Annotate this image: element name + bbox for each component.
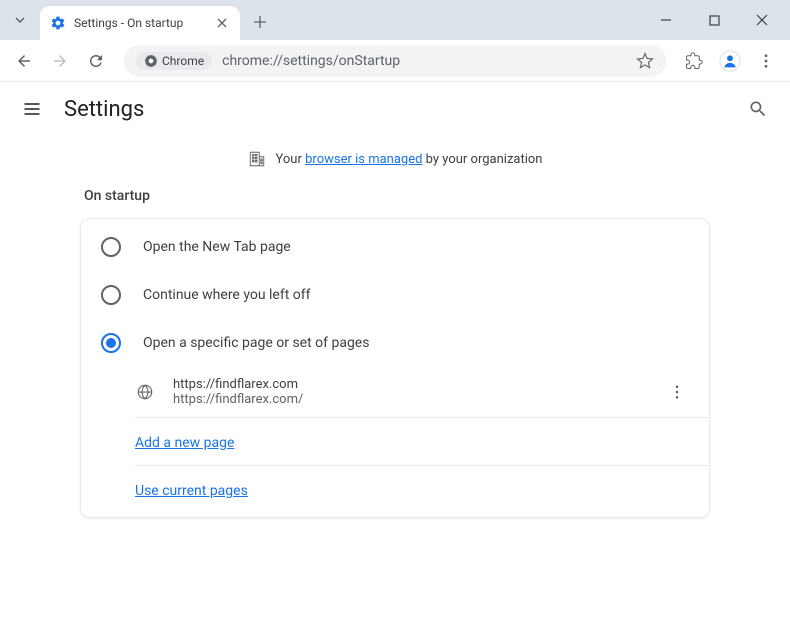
site-chip: Chrome [136,52,212,70]
radio-icon [101,237,121,257]
reload-button[interactable] [80,45,112,77]
startup-card: Open the New Tab page Continue where you… [80,218,710,518]
radio-icon [101,285,121,305]
tab-search-dropdown[interactable] [8,8,32,32]
profile-button[interactable] [714,45,746,77]
managed-text: Your browser is managed by your organiza… [276,152,543,167]
gear-icon [50,15,66,31]
managed-link[interactable]: browser is managed [305,152,422,167]
settings-content: On startup Open the New Tab page Continu… [0,182,790,518]
page-title: Settings [64,97,144,122]
window-titlebar: Settings - On startup [0,0,790,40]
radio-option-continue[interactable]: Continue where you left off [81,271,709,319]
tab-title: Settings - On startup [74,16,206,30]
page-entry-menu-button[interactable] [665,380,689,404]
close-window-button[interactable] [742,5,782,35]
add-page-link[interactable]: Add a new page [135,435,234,451]
page-entry-title: https://findflarex.com [173,377,647,392]
bookmark-icon[interactable] [636,52,654,70]
browser-toolbar: Chrome chrome://settings/onStartup [0,40,790,82]
new-tab-button[interactable] [246,8,274,36]
radio-option-specific-pages[interactable]: Open a specific page or set of pages [81,319,709,367]
use-current-row: Use current pages [81,466,709,513]
radio-label: Continue where you left off [143,287,311,303]
close-icon[interactable] [214,15,230,31]
extensions-button[interactable] [678,45,710,77]
address-bar[interactable]: Chrome chrome://settings/onStartup [124,45,666,77]
radio-label: Open the New Tab page [143,239,291,255]
minimize-button[interactable] [646,5,686,35]
page-entry-url: https://findflarex.com/ [173,392,647,407]
radio-label: Open a specific page or set of pages [143,335,369,351]
startup-page-entry: https://findflarex.com https://findflare… [81,367,709,417]
use-current-link[interactable]: Use current pages [135,483,248,499]
add-page-row: Add a new page [81,418,709,465]
forward-button[interactable] [44,45,76,77]
chip-label: Chrome [162,54,204,68]
url-text: chrome://settings/onStartup [222,53,626,69]
managed-banner: Your browser is managed by your organiza… [0,136,790,182]
settings-header: Settings [0,82,790,136]
radio-icon [101,333,121,353]
search-icon[interactable] [746,97,770,121]
window-controls [646,5,782,35]
chrome-logo-icon [144,54,158,68]
radio-option-new-tab[interactable]: Open the New Tab page [81,223,709,271]
menu-button[interactable] [750,45,782,77]
globe-icon [135,382,155,402]
hamburger-menu-icon[interactable] [20,97,44,121]
building-icon [248,150,266,168]
browser-tab[interactable]: Settings - On startup [40,6,240,40]
maximize-button[interactable] [694,5,734,35]
section-title: On startup [80,182,710,218]
back-button[interactable] [8,45,40,77]
